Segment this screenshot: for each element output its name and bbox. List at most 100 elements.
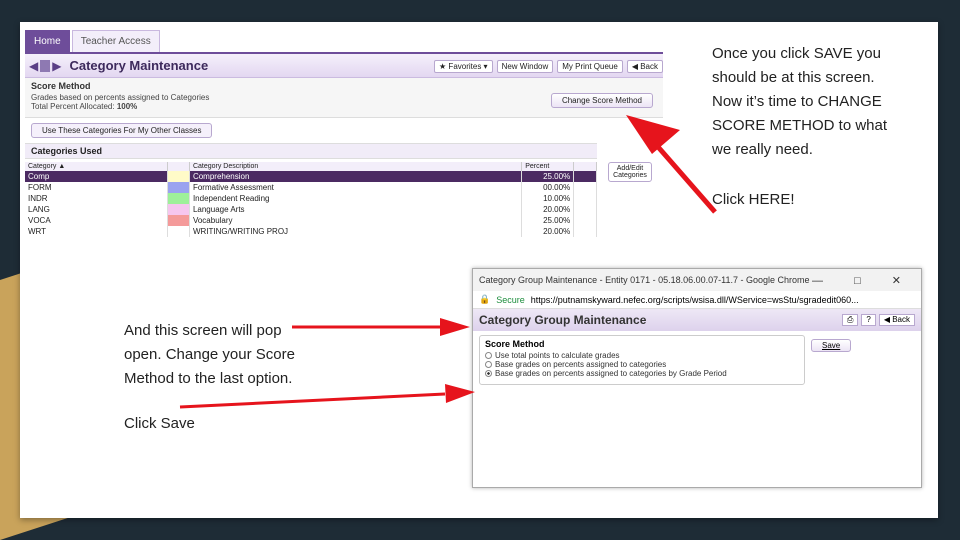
secure-label: Secure: [496, 294, 525, 305]
column-header: Percent: [521, 162, 575, 171]
click-here-text: Click HERE!: [712, 191, 795, 208]
total-percent-label: Total Percent Allocated:: [31, 102, 117, 111]
popup-back-button[interactable]: ◀ Back: [878, 314, 915, 326]
forward-arrow-icon[interactable]: ▶: [52, 59, 61, 73]
secure-lock-icon: 🔒: [479, 294, 491, 304]
categories-used-heading: Categories Used: [25, 143, 597, 159]
row-filler: [573, 193, 597, 204]
radio-selected-icon[interactable]: [485, 370, 492, 377]
category-percent: 00.00%: [521, 182, 575, 193]
popup-save-button[interactable]: Save: [811, 339, 852, 352]
total-percent-value: 100%: [116, 102, 138, 111]
category-color-swatch: [167, 204, 190, 215]
back-arrow-icon[interactable]: ◀: [29, 59, 38, 73]
table-row[interactable]: INDR Independent Reading 10.00%: [25, 193, 597, 204]
radio-icon[interactable]: [485, 361, 492, 368]
option-percent-categories[interactable]: Base grades on percents assigned to cate…: [485, 360, 799, 369]
instruction-line: Method to the last option.: [124, 370, 293, 387]
top-toolbar: ★ Favorites ▾ New Window My Print Queue …: [434, 60, 663, 73]
favorites-button[interactable]: ★ Favorites ▾: [434, 60, 493, 73]
slide: Home Teacher Access ◀ ▶ Category Mainten…: [20, 22, 938, 518]
category-code: Comp: [25, 171, 168, 182]
back-button[interactable]: ◀ Back: [626, 60, 663, 73]
category-percent: 25.00%: [521, 171, 575, 182]
print-queue-button[interactable]: My Print Queue: [557, 60, 623, 73]
table-row[interactable]: LANG Language Arts 20.00%: [25, 204, 597, 215]
tab-teacher-access[interactable]: Teacher Access: [71, 30, 160, 52]
instruction-line: Now it’s time to CHANGE: [712, 93, 882, 110]
popup-score-method-heading: Score Method: [485, 339, 545, 349]
option-label: Base grades on percents assigned to cate…: [495, 360, 667, 369]
option-total-points[interactable]: Use total points to calculate grades: [485, 351, 799, 360]
url-text: https://putnamskyward.nefec.org/scripts/…: [530, 294, 859, 305]
tab-home[interactable]: Home: [25, 30, 70, 52]
use-categories-button[interactable]: Use These Categories For My Other Classe…: [31, 123, 213, 138]
table-row[interactable]: WRT WRITING/WRITING PROJ 20.00%: [25, 226, 597, 237]
instruction-line: should be at this screen.: [712, 69, 875, 86]
category-color-swatch: [167, 215, 190, 226]
row-filler: [573, 215, 597, 226]
column-header[interactable]: Category ▲: [25, 162, 168, 171]
row-filler: [573, 204, 597, 215]
category-description: WRITING/WRITING PROJ: [189, 226, 523, 237]
add-edit-categories-button[interactable]: Add/Edit Categories: [608, 162, 652, 182]
instruction-line: Once you click SAVE you: [712, 45, 881, 62]
row-filler: [573, 171, 597, 182]
row-filler: [573, 226, 597, 237]
category-description: Vocabulary: [189, 215, 523, 226]
category-color-swatch: [167, 171, 190, 182]
table-row[interactable]: FORM Formative Assessment 00.00%: [25, 182, 597, 193]
instruction-line: And this screen will pop: [124, 322, 282, 339]
option-label: Use total points to calculate grades: [495, 351, 620, 360]
category-percent: 20.00%: [521, 204, 575, 215]
arrow-to-popup: [292, 318, 470, 336]
page-title: Category Maintenance: [69, 58, 209, 73]
category-color-swatch: [167, 193, 190, 204]
category-code: VOCA: [25, 215, 168, 226]
row-filler: [573, 182, 597, 193]
table-row[interactable]: VOCA Vocabulary 25.00%: [25, 215, 597, 226]
popup-toolbar: ⎙ ? ◀ Back: [841, 314, 915, 326]
instruction-line: we really need.: [712, 141, 813, 158]
category-description: Language Arts: [189, 204, 523, 215]
right-instruction-text: Once you click SAVE you should be at thi…: [712, 42, 887, 162]
category-code: WRT: [25, 226, 168, 237]
category-maintenance-screenshot: Home Teacher Access ◀ ▶ Category Mainten…: [25, 30, 663, 292]
category-description: Independent Reading: [189, 193, 523, 204]
category-group-popup: Category Group Maintenance - Entity 0171…: [472, 268, 922, 488]
table-row[interactable]: Comp Comprehension 25.00%: [25, 171, 597, 182]
window-title: Category Group Maintenance - Entity 0171…: [479, 275, 810, 285]
category-percent: 20.00%: [521, 226, 575, 237]
score-method-options: Score Method Use total points to calcula…: [479, 335, 805, 385]
print-icon[interactable]: ⎙: [841, 314, 859, 326]
popup-title: Category Group Maintenance: [479, 313, 647, 327]
category-code: LANG: [25, 204, 168, 215]
address-bar[interactable]: 🔒 Secure https://putnamskyward.nefec.org…: [473, 291, 921, 309]
category-percent: 25.00%: [521, 215, 575, 226]
category-percent: 10.00%: [521, 193, 575, 204]
categories-table: Category ▲ Category Description Percent Co…: [25, 162, 597, 237]
column-header-filler: [573, 162, 597, 171]
instruction-line: SCORE METHOD to what: [712, 117, 888, 134]
popup-header: Category Group Maintenance ⎙ ? ◀ Back: [473, 309, 921, 331]
instruction-line: open. Change your Score: [124, 346, 295, 363]
nav-menu-icon[interactable]: [40, 59, 51, 72]
tab-bar: Home Teacher Access: [25, 30, 663, 54]
window-controls[interactable]: — □ ✕: [812, 274, 915, 287]
category-description: Comprehension: [189, 171, 523, 182]
help-button[interactable]: ?: [861, 314, 876, 326]
option-label: Base grades on percents assigned to cate…: [495, 369, 727, 378]
category-code: INDR: [25, 193, 168, 204]
column-header: Category Description: [189, 162, 523, 171]
category-description: Formative Assessment: [189, 182, 523, 193]
score-method-heading: Score Method: [31, 81, 91, 91]
change-score-method-button[interactable]: Change Score Method: [550, 93, 653, 108]
category-color-swatch: [167, 226, 190, 237]
option-percent-by-grade-period[interactable]: Base grades on percents assigned to cate…: [485, 369, 799, 378]
radio-icon[interactable]: [485, 352, 492, 359]
score-method-panel: Score Method Grades based on percents as…: [25, 78, 663, 118]
new-window-button[interactable]: New Window: [496, 60, 554, 73]
left-instruction-text: And this screen will pop open. Change yo…: [124, 319, 295, 391]
category-code: FORM: [25, 182, 168, 193]
browser-title-bar: Category Group Maintenance - Entity 0171…: [473, 269, 921, 291]
